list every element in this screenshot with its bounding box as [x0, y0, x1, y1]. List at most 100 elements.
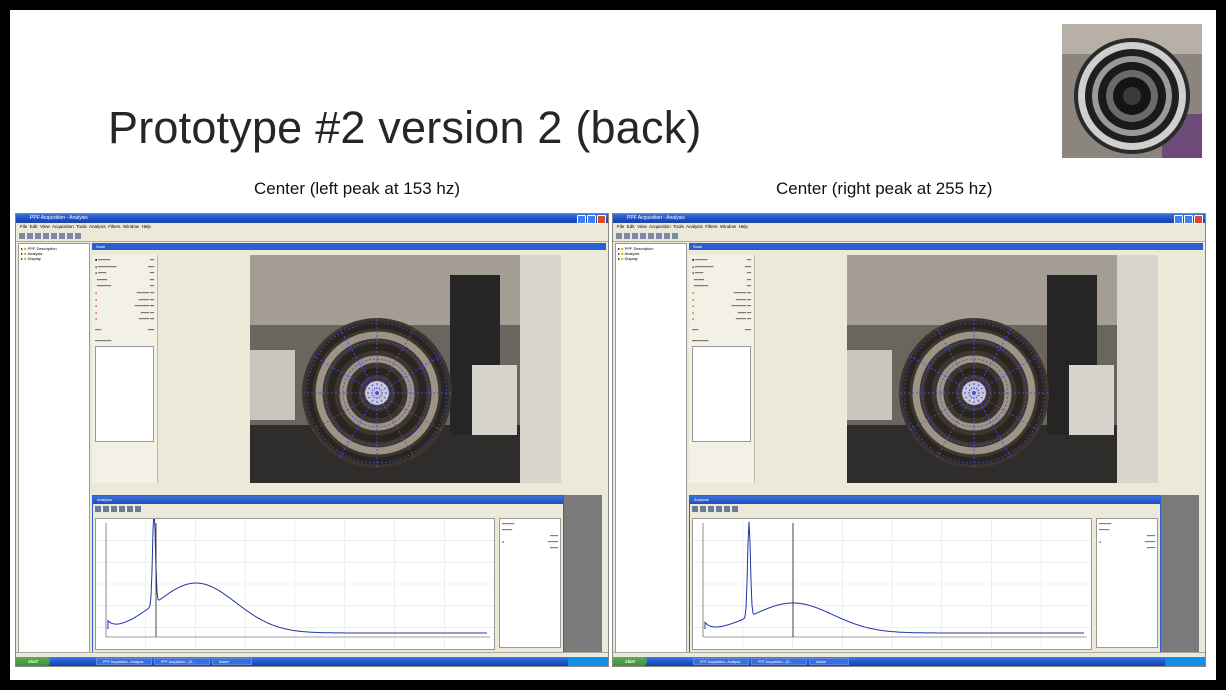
menu-tools[interactable]: Tools: [673, 224, 684, 229]
slide-title: Prototype #2 version 2 (back): [108, 102, 702, 153]
spectrum-legend: ━━━━━━ ━━━━━ ━━━━ ● ━━━━━ ━━━━: [499, 518, 561, 648]
system-tray: [1165, 657, 1205, 666]
menu-bar: File Edit View Acquisition Tools Analysi…: [16, 223, 608, 231]
toolbar-icon[interactable]: [656, 233, 662, 239]
menu-view[interactable]: View: [637, 224, 647, 229]
toolbar-icon[interactable]: [95, 506, 101, 512]
toolbar-icon[interactable]: [27, 233, 33, 239]
menu-filters[interactable]: Filters: [108, 224, 120, 229]
tree-item[interactable]: ▸ ■ Display: [618, 256, 684, 261]
panel-title: Scan: [92, 243, 606, 250]
toolbar-icon[interactable]: [67, 233, 73, 239]
photo-shaker-left: [847, 350, 892, 420]
menu-file[interactable]: File: [20, 224, 27, 229]
toolbar-icon[interactable]: [51, 233, 57, 239]
start-button[interactable]: start: [16, 657, 50, 666]
screenshot-right: PPF Acquisition - Analysis File Edit Vie…: [612, 213, 1206, 667]
menu-analysis[interactable]: Analysis: [686, 224, 703, 229]
toolbar-icon[interactable]: [632, 233, 638, 239]
main-toolbar: [613, 231, 1205, 242]
menu-tools[interactable]: Tools: [76, 224, 87, 229]
toolbar-icon[interactable]: [43, 233, 49, 239]
start-button[interactable]: start: [613, 657, 647, 666]
photo-panel: [1117, 255, 1158, 483]
task-button[interactable]: PPF Acquisition - Analysis: [96, 658, 152, 665]
menu-edit[interactable]: Edit: [30, 224, 38, 229]
toolbar-icon[interactable]: [111, 506, 117, 512]
tree-item[interactable]: ▸ ■ Display: [21, 256, 87, 261]
menu-window[interactable]: Window: [720, 224, 736, 229]
folder-icon: ■: [621, 256, 624, 261]
prototype-photo: [1062, 24, 1202, 158]
menu-acquisition[interactable]: Acquisition: [52, 224, 74, 229]
taskbar: start PPF Acquisition - Analysis PPF Acq…: [613, 657, 1205, 666]
menu-acquisition[interactable]: Acquisition: [649, 224, 671, 229]
photo-wall: [847, 255, 1158, 325]
toolbar-icon[interactable]: [616, 233, 622, 239]
slide: Prototype #2 version 2 (back) Center (le…: [10, 10, 1216, 680]
panel-title: Scan: [689, 243, 1203, 250]
spectrum-title: Analysis: [690, 496, 1160, 504]
photo-shaker-left: [250, 350, 295, 420]
toolbar-icon[interactable]: [664, 233, 670, 239]
toolbar-icon[interactable]: [708, 506, 714, 512]
toolbar-icon[interactable]: [103, 506, 109, 512]
toolbar-icon[interactable]: [19, 233, 25, 239]
menu-filters[interactable]: Filters: [705, 224, 717, 229]
menu-help[interactable]: Help: [739, 224, 748, 229]
window-title: PPF Acquisition - Analysis: [627, 215, 685, 221]
toolbar-icon[interactable]: [75, 233, 81, 239]
toolbar-icon[interactable]: [59, 233, 65, 239]
spectrum-plot[interactable]: [95, 509, 495, 650]
taskbar: start PPF Acquisition - Analysis PPF Acq…: [16, 657, 608, 666]
spectrum-plot[interactable]: [692, 518, 1092, 650]
window-titlebar: PPF Acquisition - Analysis: [613, 214, 1205, 224]
task-button[interactable]: Adobe: [809, 658, 849, 665]
spectrum-curve: [107, 509, 487, 634]
screenshot-left: PPF Acquisition - Analysis File Edit Vie…: [15, 213, 609, 667]
spectrum-window: Analysis ━━━━━━ ━━━━━ ━━━━ ● ━━━━━ ━━━━: [689, 495, 1161, 657]
menu-window[interactable]: Window: [123, 224, 139, 229]
window-title: PPF Acquisition - Analysis: [30, 215, 88, 221]
menu-view[interactable]: View: [40, 224, 50, 229]
task-button[interactable]: PPF Acquisition - [G...: [751, 658, 807, 665]
task-button[interactable]: PPF Acquisition - Analysis: [693, 658, 749, 665]
toolbar-icon[interactable]: [732, 506, 738, 512]
toolbar-icon[interactable]: [724, 506, 730, 512]
system-tray: [568, 657, 608, 666]
toolbar-icon[interactable]: [672, 233, 678, 239]
photo-shaker-right: [1069, 365, 1114, 435]
main-toolbar: [16, 231, 608, 242]
spectrum-legend: ━━━━━━ ━━━━━ ━━━━ ● ━━━━━ ━━━━: [1096, 518, 1158, 648]
properties-list: ■ ━━━━━━ ━━ ● ━━━━━━━━━ ━━━ ● ━━━━ ━━ ━━━━━…: [689, 255, 755, 483]
toolbar-icon[interactable]: [700, 506, 706, 512]
spectrum-title: Analysis: [93, 496, 563, 504]
toolbar-icon[interactable]: [35, 233, 41, 239]
menu-analysis[interactable]: Analysis: [89, 224, 106, 229]
menu-file[interactable]: File: [617, 224, 624, 229]
menu-help[interactable]: Help: [142, 224, 151, 229]
toolbar-icon[interactable]: [716, 506, 722, 512]
photo-panel: [520, 255, 561, 483]
toolbar-icon[interactable]: [127, 506, 133, 512]
menu-bar: File Edit View Acquisition Tools Analysi…: [613, 223, 1205, 231]
toolbar-icon[interactable]: [119, 506, 125, 512]
task-button[interactable]: PPF Acquisition - [G...: [154, 658, 210, 665]
caption-right: Center (right peak at 255 hz): [776, 179, 993, 198]
scan-panel: Scan ■ ━━━━━━ ━━ ● ━━━━━━━━━ ━━━ ● ━━━━ ━━ …: [689, 243, 1203, 657]
scan-video-image: [250, 255, 561, 483]
toolbar-icon[interactable]: [624, 233, 630, 239]
photo-wall: [250, 255, 561, 325]
properties-list: ■ ━━━━━━ ━━ ● ━━━━━━━━━ ━━━ ● ━━━━ ━━ ━━━━━…: [92, 255, 158, 483]
project-tree: ▸ ■ PPF Description ▸ ■ Analysis ▸ ■ Dis…: [18, 243, 90, 654]
spectrum-window: Analysis ━━━━━━ ━━━━━ ━━━━ ● ━━━━━ ━━━━: [92, 495, 564, 657]
folder-icon: ■: [24, 256, 27, 261]
toolbar-icon[interactable]: [640, 233, 646, 239]
task-button[interactable]: Adobe: [212, 658, 252, 665]
toolbar-icon[interactable]: [692, 506, 698, 512]
photo-shaker-right: [472, 365, 517, 435]
toolbar-icon[interactable]: [135, 506, 141, 512]
menu-edit[interactable]: Edit: [627, 224, 635, 229]
spectrum-curve: [704, 521, 1084, 634]
toolbar-icon[interactable]: [648, 233, 654, 239]
